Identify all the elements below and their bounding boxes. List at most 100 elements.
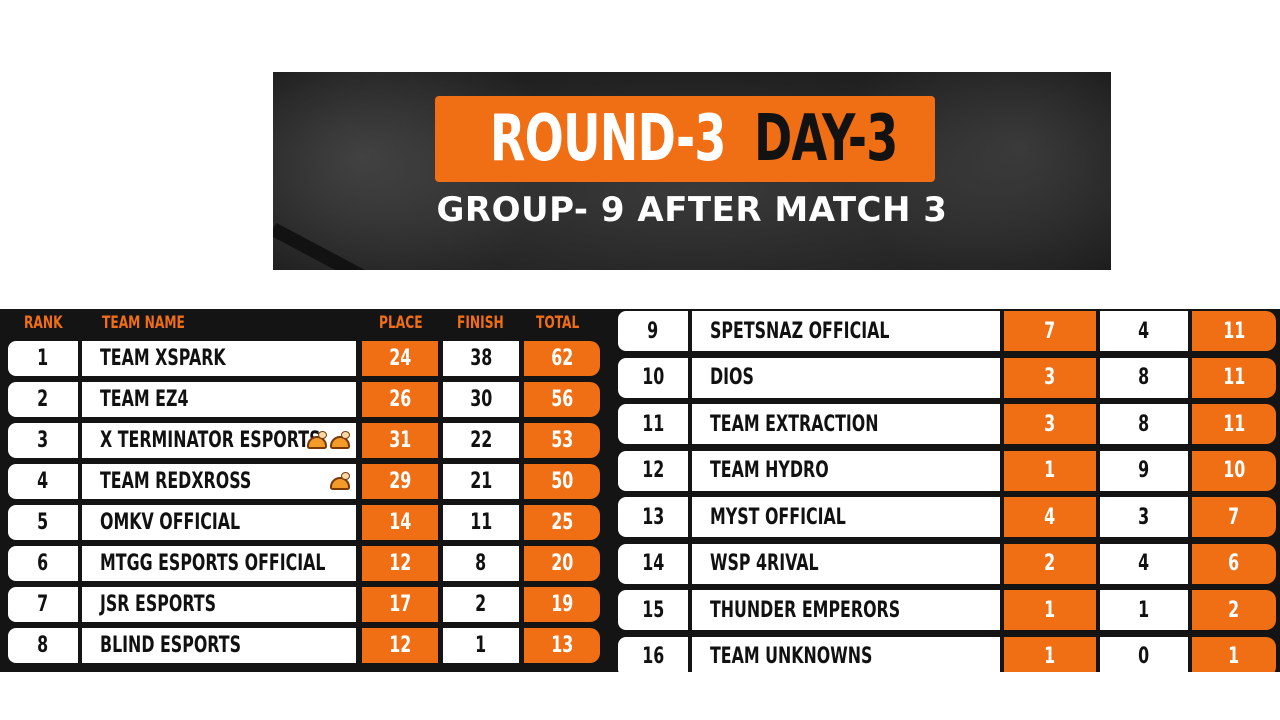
place-points-cell: 4 [1004, 497, 1096, 537]
rank-cell: 8 [8, 628, 78, 663]
table-row: 3 X TERMINATOR ESPORTS 31 22 53 [0, 423, 615, 458]
finish-points-cell-text: 8 [1138, 365, 1150, 390]
total-points-cell-text: 11 [1222, 411, 1246, 437]
total-points-cell: 11 [1192, 357, 1276, 398]
rank-cell-text: 16 [641, 644, 665, 669]
team-name-cell: BLIND ESPORTS [82, 628, 356, 663]
total-points-cell-text: 19 [550, 592, 574, 617]
place-points-cell-text: 3 [1044, 365, 1056, 390]
team-name-cell-text: JSR ESPORTS [100, 592, 217, 617]
team-name-cell: TEAM REDXROSS [82, 464, 356, 499]
rank-cell: 1 [8, 341, 78, 376]
finish-points-cell-text: 8 [475, 551, 487, 576]
place-points-cell-text: 1 [1044, 597, 1056, 623]
total-points-cell-text: 13 [550, 633, 574, 658]
table-row: 13 MYST OFFICIAL 4 3 7 [612, 497, 1280, 537]
total-points-cell: 25 [524, 505, 600, 540]
header-banner: ROUND-3 DAY-3 GROUP- 9 AFTER MATCH 3 [273, 72, 1111, 270]
table-row: 12 TEAM HYDRO 1 9 10 [612, 450, 1280, 491]
rank-cell-text: 4 [37, 469, 49, 494]
team-name-cell: JSR ESPORTS [82, 587, 356, 622]
total-points-cell: 11 [1192, 311, 1276, 351]
finish-points-cell-text: 4 [1138, 318, 1150, 344]
team-name-cell: OMKV OFFICIAL [82, 505, 356, 540]
team-name-cell-text: TEAM REDXROSS [100, 469, 252, 494]
finish-points-cell: 21 [443, 464, 519, 499]
team-name-cell-text: DIOS [710, 365, 754, 390]
team-name-cell: TEAM EZ4 [82, 382, 356, 417]
team-name-cell-text: MYST OFFICIAL [710, 504, 846, 530]
team-name-cell-text: TEAM XSPARK [100, 346, 226, 371]
place-points-cell: 17 [362, 587, 438, 622]
total-points-cell-text: 6 [1228, 551, 1240, 576]
rank-cell: 3 [8, 423, 78, 458]
team-name-cell: DIOS [692, 357, 1000, 398]
team-name-cell: WSP 4RIVAL [692, 543, 1000, 584]
team-name-cell-text: MTGG ESPORTS OFFICIAL [100, 551, 326, 576]
finish-points-cell-text: 3 [1138, 504, 1150, 530]
rank-cell-text: 8 [37, 633, 49, 658]
title-box: ROUND-3 DAY-3 [435, 96, 935, 182]
total-points-cell-text: 20 [550, 551, 574, 576]
rank-cell-text: 2 [37, 387, 49, 412]
total-points-cell-text: 10 [1222, 458, 1246, 483]
place-points-cell-text: 4 [1044, 504, 1056, 530]
total-points-cell: 10 [1192, 450, 1276, 491]
rank-cell: 14 [618, 543, 688, 584]
finish-points-cell: 8 [1100, 357, 1188, 398]
finish-points-cell-text: 1 [1138, 597, 1150, 623]
total-points-cell-text: 11 [1222, 318, 1246, 344]
place-points-cell: 12 [362, 546, 438, 581]
total-points-cell-text: 53 [550, 428, 574, 453]
total-points-cell: 20 [524, 546, 600, 581]
total-points-cell: 53 [524, 423, 600, 458]
rank-cell-text: 13 [641, 504, 665, 530]
team-name-cell: SPETSNAZ OFFICIAL [692, 311, 1000, 351]
finish-points-cell: 4 [1100, 311, 1188, 351]
rank-cell: 5 [8, 505, 78, 540]
place-points-cell-text: 2 [1044, 551, 1056, 576]
place-points-cell-text: 31 [388, 428, 412, 453]
rank-cell: 7 [8, 587, 78, 622]
chicken-dinner-icon [329, 430, 351, 451]
team-name-cell: THUNDER EMPERORS [692, 590, 1000, 630]
rank-cell: 12 [618, 450, 688, 491]
total-points-cell: 56 [524, 382, 600, 417]
team-name-cell-text: X TERMINATOR ESPORTS [100, 428, 321, 453]
team-name-cell: TEAM EXTRACTION [692, 404, 1000, 444]
team-name-cell-text: WSP 4RIVAL [710, 551, 819, 576]
place-points-cell: 2 [1004, 543, 1096, 584]
finish-points-cell-text: 9 [1138, 458, 1150, 483]
finish-points-cell: 9 [1100, 450, 1188, 491]
team-name-cell: TEAM HYDRO [692, 450, 1000, 491]
table-row: 7 JSR ESPORTS 17 2 19 [0, 587, 615, 622]
total-points-cell-text: 11 [1222, 365, 1246, 390]
place-points-cell: 29 [362, 464, 438, 499]
place-points-cell: 14 [362, 505, 438, 540]
finish-points-cell: 30 [443, 382, 519, 417]
team-name-cell: MYST OFFICIAL [692, 497, 1000, 537]
total-points-cell: 13 [524, 628, 600, 663]
rank-cell: 13 [618, 497, 688, 537]
group-subtitle: GROUP- 9 AFTER MATCH 3 [436, 190, 948, 230]
table-row: 14 WSP 4RIVAL 2 4 6 [612, 543, 1280, 584]
total-points-cell: 7 [1192, 497, 1276, 537]
finish-points-cell-text: 22 [469, 428, 493, 453]
place-points-cell: 7 [1004, 311, 1096, 351]
finish-points-cell: 1 [1100, 590, 1188, 630]
place-points-cell-text: 3 [1044, 411, 1056, 437]
table-row: 5 OMKV OFFICIAL 14 11 25 [0, 505, 615, 540]
table-row: 15 THUNDER EMPERORS 1 1 2 [612, 590, 1280, 630]
finish-points-cell-text: 2 [475, 592, 487, 617]
rank-cell-text: 15 [641, 597, 665, 623]
rank-cell: 10 [618, 357, 688, 398]
table-row: 16 TEAM UNKNOWNS 1 0 1 [612, 636, 1280, 672]
team-name-cell-text: OMKV OFFICIAL [100, 510, 241, 535]
finish-points-cell-text: 21 [469, 469, 493, 494]
rank-cell: 4 [8, 464, 78, 499]
chicken-dinner-icon [329, 471, 351, 492]
table-row: 11 TEAM EXTRACTION 3 8 11 [612, 404, 1280, 444]
finish-points-cell: 1 [443, 628, 519, 663]
finish-points-cell-text: 30 [469, 387, 493, 412]
rank-cell: 6 [8, 546, 78, 581]
